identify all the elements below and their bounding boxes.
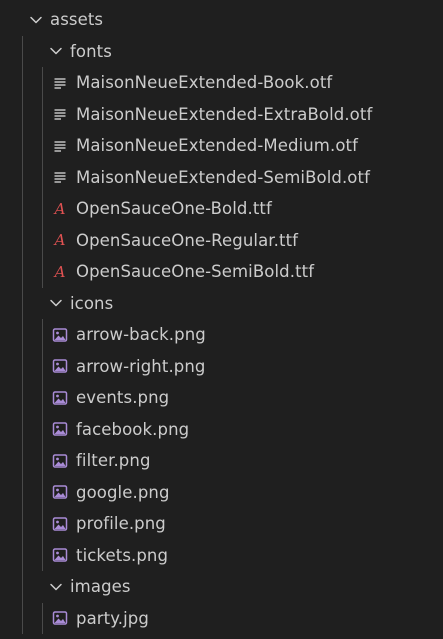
image-file-icon [52, 547, 68, 563]
indent-guide [22, 571, 23, 603]
indent-guide [42, 67, 43, 99]
file-label: tickets.png [76, 545, 169, 565]
file-row[interactable]: profile.png [0, 508, 443, 540]
folder-label: icons [70, 293, 114, 313]
file-label: OpenSauceOne-Bold.ttf [76, 199, 272, 219]
file-row[interactable]: MaisonNeueExtended-SemiBold.otf [0, 161, 443, 193]
indent-guide [22, 224, 23, 256]
file-label: arrow-back.png [76, 325, 206, 345]
indent-guide [22, 350, 23, 382]
file-label: MaisonNeueExtended-Medium.otf [76, 136, 358, 156]
indent-guide [42, 98, 43, 130]
indent-guide [22, 539, 23, 571]
indent-guide [22, 193, 23, 225]
image-file-icon [52, 327, 68, 343]
image-file-icon [52, 421, 68, 437]
file-label: facebook.png [76, 419, 190, 439]
chevron-down-icon[interactable] [48, 579, 64, 595]
folder-row-images[interactable]: images [0, 571, 443, 603]
indent-guide [42, 130, 43, 162]
indent-guide [22, 256, 23, 288]
folder-label: images [70, 577, 131, 597]
file-label: OpenSauceOne-SemiBold.ttf [76, 262, 315, 282]
indent-guide [42, 161, 43, 193]
folder-row-assets[interactable]: assets [0, 4, 443, 36]
file-row[interactable]: MaisonNeueExtended-ExtraBold.otf [0, 98, 443, 130]
folder-label: fonts [70, 41, 112, 61]
file-label: party.jpg [76, 608, 149, 628]
file-row[interactable]: MaisonNeueExtended-Medium.otf [0, 130, 443, 162]
file-row[interactable]: google.png [0, 476, 443, 508]
file-label: MaisonNeueExtended-ExtraBold.otf [76, 104, 373, 124]
file-label: OpenSauceOne-Regular.ttf [76, 230, 299, 250]
indent-guide [22, 287, 23, 319]
indent-guide [22, 508, 23, 540]
image-file-icon [52, 358, 68, 374]
indent-guide [22, 35, 23, 67]
folder-label: assets [50, 10, 104, 30]
indent-guide [42, 319, 43, 351]
folder-row-fonts[interactable]: fonts [0, 35, 443, 67]
lines-icon [52, 138, 68, 154]
indent-guide [42, 413, 43, 445]
file-row[interactable]: A OpenSauceOne-SemiBold.ttf [0, 256, 443, 288]
indent-guide [22, 130, 23, 162]
indent-guide [42, 224, 43, 256]
file-explorer-tree: assets fonts MaisonNeueExtended-Book.otf Ma… [0, 0, 443, 639]
lines-icon [52, 106, 68, 122]
file-label: profile.png [76, 514, 166, 534]
indent-guide [22, 602, 23, 634]
indent-guide [42, 602, 43, 634]
file-row[interactable]: party.jpg [0, 602, 443, 634]
indent-guide [42, 193, 43, 225]
indent-guide [42, 382, 43, 414]
file-row[interactable]: tickets.png [0, 539, 443, 571]
indent-guide [42, 476, 43, 508]
file-label: MaisonNeueExtended-Book.otf [76, 73, 333, 93]
file-label: events.png [76, 388, 170, 408]
indent-guide [22, 67, 23, 99]
image-file-icon [52, 610, 68, 626]
file-row[interactable]: A OpenSauceOne-Regular.ttf [0, 224, 443, 256]
font-a-icon: A [54, 199, 66, 218]
file-row[interactable]: arrow-back.png [0, 319, 443, 351]
indent-guide [22, 445, 23, 477]
indent-guide [22, 161, 23, 193]
file-row[interactable]: A OpenSauceOne-Bold.ttf [0, 193, 443, 225]
file-row[interactable]: arrow-right.png [0, 350, 443, 382]
file-label: arrow-right.png [76, 356, 206, 376]
chevron-down-icon[interactable] [28, 12, 44, 28]
lines-icon [52, 169, 68, 185]
chevron-down-icon[interactable] [48, 43, 64, 59]
file-label: google.png [76, 482, 170, 502]
indent-guide [42, 445, 43, 477]
file-row[interactable]: events.png [0, 382, 443, 414]
indent-guide [22, 382, 23, 414]
font-a-icon: A [54, 262, 66, 281]
file-label: filter.png [76, 451, 151, 471]
file-row[interactable]: MaisonNeueExtended-Book.otf [0, 67, 443, 99]
lines-icon [52, 75, 68, 91]
image-file-icon [52, 453, 68, 469]
image-file-icon [52, 484, 68, 500]
indent-guide [42, 350, 43, 382]
image-file-icon [52, 390, 68, 406]
file-row[interactable]: facebook.png [0, 413, 443, 445]
file-label: MaisonNeueExtended-SemiBold.otf [76, 167, 370, 187]
chevron-down-icon[interactable] [48, 295, 64, 311]
folder-row-icons[interactable]: icons [0, 287, 443, 319]
indent-guide [22, 319, 23, 351]
indent-guide [22, 476, 23, 508]
indent-guide [22, 98, 23, 130]
indent-guide [22, 413, 23, 445]
indent-guide [42, 539, 43, 571]
indent-guide [42, 508, 43, 540]
image-file-icon [52, 516, 68, 532]
file-row[interactable]: filter.png [0, 445, 443, 477]
indent-guide [42, 256, 43, 288]
font-a-icon: A [54, 231, 66, 250]
